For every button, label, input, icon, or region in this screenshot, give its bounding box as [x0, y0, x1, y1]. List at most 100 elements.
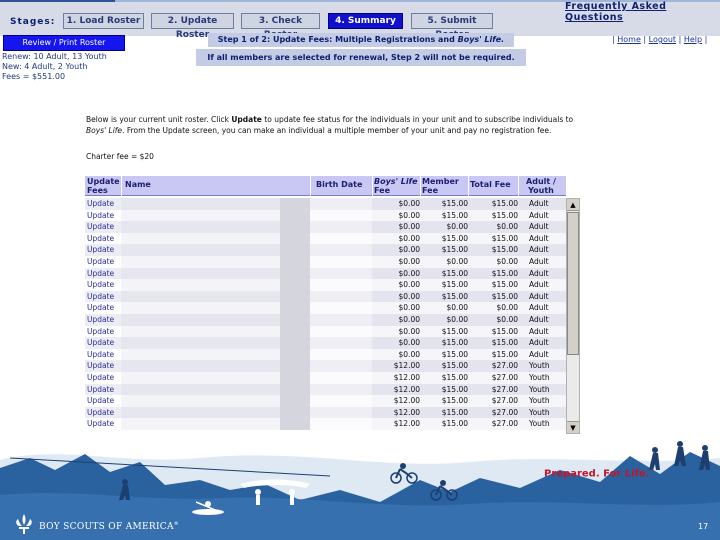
member-id-cell: [280, 279, 310, 291]
member-id-cell: [280, 383, 310, 396]
name-cell: [121, 406, 280, 419]
adult-youth-cell: Adult: [518, 348, 566, 361]
name-cell: [121, 348, 280, 361]
total-fee-cell: $15.00: [468, 279, 518, 291]
member-id-cell: [280, 406, 310, 419]
adult-youth-cell: Youth: [518, 360, 566, 372]
table-row: Update $0.00 $0.00 $0.00 Adult: [85, 302, 566, 314]
update-link[interactable]: Update: [85, 337, 121, 349]
update-link[interactable]: Update: [85, 233, 121, 245]
name-cell: [121, 337, 280, 349]
header-name: Name: [125, 180, 151, 189]
stage-submit-roster[interactable]: 5. Submit Roster: [411, 13, 493, 40]
boys-life-fee-cell: $12.00: [372, 372, 420, 384]
birth-date-cell: [310, 290, 372, 303]
member-id-cell: [280, 337, 310, 349]
update-link[interactable]: Update: [85, 244, 121, 256]
header-divider: [468, 176, 469, 196]
bsa-footer-banner: Prepared. For Life.™ BOY SCOUTS OF AMERI…: [0, 440, 720, 540]
boys-life-fee-cell: $0.00: [372, 244, 420, 256]
logout-link[interactable]: Logout: [649, 35, 676, 44]
birth-date-cell: [310, 372, 372, 384]
update-link[interactable]: Update: [85, 268, 121, 280]
member-fee-cell: $15.00: [420, 372, 468, 384]
fleur-de-lis-icon: [16, 514, 32, 534]
update-link[interactable]: Update: [85, 326, 121, 338]
stage-check-roster[interactable]: 3. Check Roster: [241, 13, 320, 40]
new-count: New: 4 Adult, 2 Youth: [2, 62, 88, 71]
update-link[interactable]: Update: [85, 279, 121, 291]
adult-youth-cell: Adult: [518, 325, 566, 338]
update-link[interactable]: Update: [85, 210, 121, 222]
stage-load-roster[interactable]: 1. Load Roster: [63, 13, 144, 29]
table-row: Update $12.00 $15.00 $27.00 Youth: [85, 395, 566, 407]
member-id-cell: [280, 395, 310, 407]
table-row: Update $0.00 $15.00 $15.00 Adult: [85, 209, 566, 222]
update-link[interactable]: Update: [85, 302, 121, 314]
update-link[interactable]: Update: [85, 360, 121, 372]
update-link[interactable]: Update: [85, 407, 121, 419]
boys-life-fee-cell: $12.00: [372, 360, 420, 372]
roster-scrollbar[interactable]: ▲ ▼: [566, 198, 580, 434]
boys-life-fee-cell: $0.00: [372, 198, 420, 210]
update-link[interactable]: Update: [85, 384, 121, 396]
step-banner-text: Step 1 of 2: Update Fees: Multiple Regis…: [217, 35, 458, 44]
name-cell: [121, 360, 280, 372]
adult-youth-cell: Youth: [518, 395, 566, 407]
member-id-cell: [280, 348, 310, 361]
header-adult-youth: Adult / Youth: [526, 177, 556, 195]
update-link[interactable]: Update: [85, 349, 121, 361]
boys-life-fee-cell: $0.00: [372, 314, 420, 326]
faq-link[interactable]: Frequently Asked Questions: [565, 1, 720, 23]
name-cell: [121, 302, 280, 314]
update-link[interactable]: Update: [85, 418, 121, 430]
scroll-thumb[interactable]: [567, 212, 579, 355]
boys-life-fee-cell: $0.00: [372, 348, 420, 361]
birth-date-cell: [310, 314, 372, 326]
home-link[interactable]: Home: [617, 35, 641, 44]
member-fee-cell: $0.00: [420, 302, 468, 314]
update-link[interactable]: Update: [85, 372, 121, 384]
birth-date-cell: [310, 337, 372, 349]
birth-date-cell: [310, 360, 372, 372]
roster-table-body: Update $0.00 $15.00 $15.00 Adult Update $0.00 $…: [85, 198, 566, 434]
table-row: Update $0.00 $15.00 $15.00 Adult: [85, 337, 566, 349]
name-cell: [121, 290, 280, 303]
boys-life-fee-cell: $0.00: [372, 232, 420, 245]
member-fee-cell: $15.00: [420, 244, 468, 256]
update-link[interactable]: Update: [85, 198, 121, 210]
header-divider: [420, 176, 421, 196]
update-link[interactable]: Update: [85, 221, 121, 233]
update-link[interactable]: Update: [85, 395, 121, 407]
scroll-down-arrow-icon[interactable]: ▼: [567, 421, 579, 433]
header-boys-life-title: Boys' Life: [374, 177, 418, 186]
header-divider: [372, 176, 373, 196]
table-row: Update $0.00 $15.00 $15.00 Adult: [85, 232, 566, 245]
boys-life-fee-cell: $12.00: [372, 406, 420, 419]
boys-life-fee-cell: $0.00: [372, 279, 420, 291]
stage-summary[interactable]: 4. Summary: [328, 13, 403, 29]
update-link[interactable]: Update: [85, 314, 121, 326]
help-link[interactable]: Help: [684, 35, 702, 44]
scroll-up-arrow-icon[interactable]: ▲: [567, 199, 579, 211]
header-boys-life-fee: Boys' Life Fee: [374, 176, 420, 196]
roster-summary: Renew: 10 Adult, 13 Youth New: 4 Adult, …: [2, 52, 107, 82]
birth-date-cell: [310, 267, 372, 280]
stage-update-roster[interactable]: 2. Update Roster: [151, 13, 234, 40]
adult-youth-cell: Adult: [518, 337, 566, 349]
review-print-roster-button[interactable]: Review / Print Roster: [3, 35, 125, 51]
update-link[interactable]: Update: [85, 256, 121, 268]
step-banner-boys-life: Boys' Life.: [457, 35, 505, 44]
member-id-cell: [280, 221, 310, 233]
member-fee-cell: $0.00: [420, 221, 468, 233]
birth-date-cell: [310, 406, 372, 419]
member-fee-cell: $0.00: [420, 256, 468, 268]
instr-boys-life: Boys' Life: [86, 125, 123, 135]
name-cell: [121, 221, 280, 233]
tagline-trademark: ™: [649, 468, 655, 474]
update-link[interactable]: Update: [85, 291, 121, 303]
table-row: Update $12.00 $15.00 $27.00 Youth: [85, 360, 566, 372]
table-row: Update $0.00 $15.00 $15.00 Adult: [85, 325, 566, 338]
boys-life-fee-cell: $0.00: [372, 325, 420, 338]
birth-date-cell: [310, 418, 372, 430]
